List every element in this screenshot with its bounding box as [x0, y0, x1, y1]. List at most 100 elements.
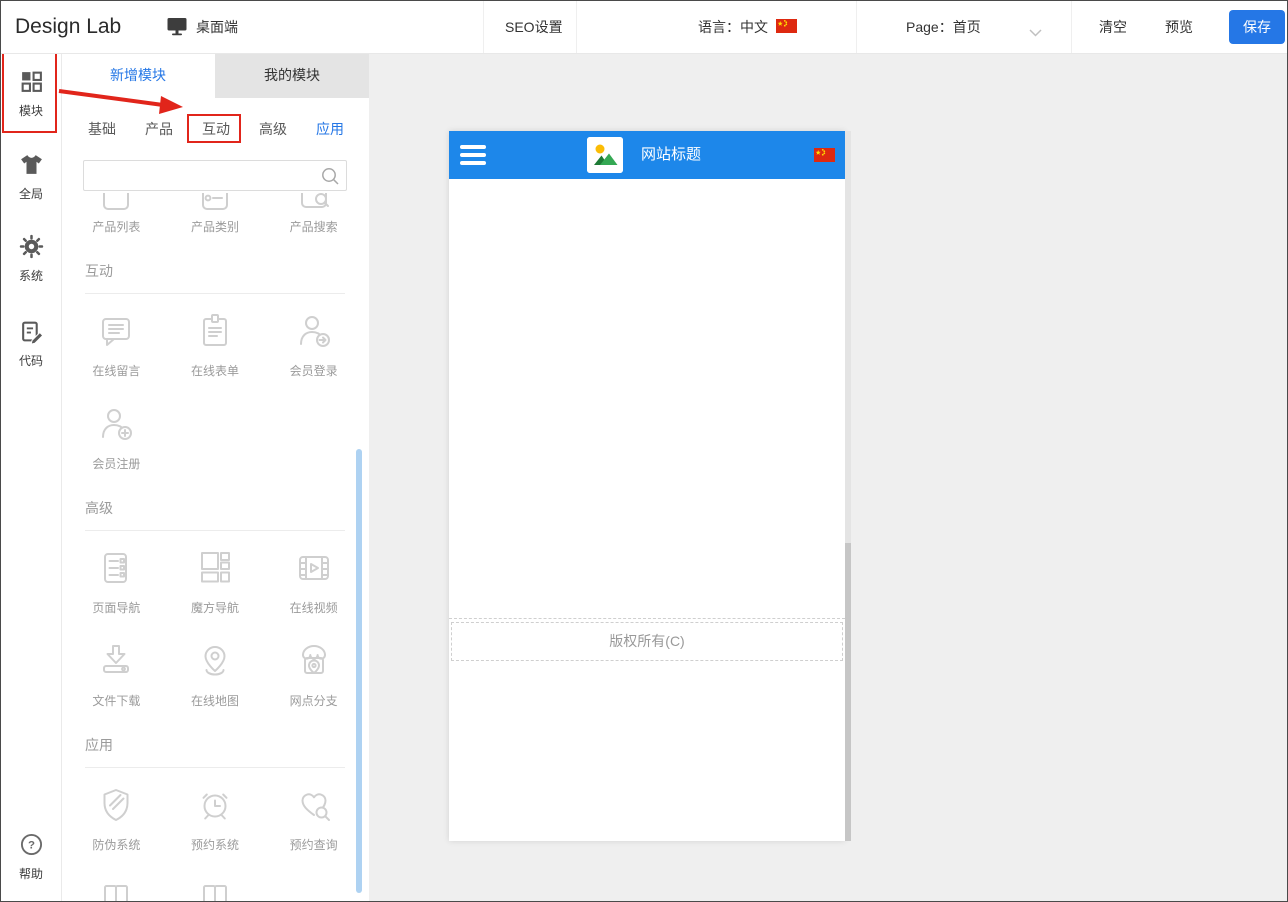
site-title: 网站标题	[641, 131, 701, 179]
module-product-category[interactable]: 产品类别	[166, 193, 265, 235]
module-bepay[interactable]: bepay	[67, 877, 166, 902]
module-product-list[interactable]: 产品列表	[67, 193, 166, 235]
form-icon	[194, 310, 236, 357]
sidebar-item-code[interactable]: 代码	[1, 319, 61, 369]
section-title-advanced: 高级	[85, 498, 345, 518]
module-label: 产品搜索	[290, 218, 338, 235]
module-booking-system[interactable]: 预约系统	[166, 784, 265, 853]
sidebar-item-help[interactable]: ? 帮助	[1, 832, 61, 882]
module-booking-query[interactable]: 预约查询	[264, 784, 363, 853]
sidebar-item-label: 帮助	[1, 865, 61, 882]
gear-icon	[19, 246, 44, 263]
sidebar-item-label: 系统	[1, 267, 61, 284]
heart-search-icon	[293, 784, 335, 831]
module-page-nav[interactable]: 页面导航	[67, 547, 166, 616]
module-label: 页面导航	[92, 599, 140, 616]
module-label: 在线表单	[191, 362, 239, 379]
divider	[856, 1, 857, 53]
chevron-down-icon[interactable]	[1029, 24, 1042, 42]
module-file-download[interactable]: 文件下载	[67, 640, 166, 709]
module-ebook-album[interactable]: 电子图册	[166, 877, 265, 902]
module-member-login[interactable]: 会员登录	[264, 310, 363, 379]
module-search-input[interactable]	[92, 163, 326, 190]
hamburger-menu-icon[interactable]	[460, 145, 486, 169]
language-label: 语言：中文	[698, 17, 768, 37]
mobile-header-block[interactable]: 网站标题	[449, 131, 845, 179]
monitor-icon	[165, 14, 189, 41]
panel-scrollbar-thumb[interactable]	[356, 449, 362, 893]
device-toggle-desktop[interactable]: 桌面端	[165, 1, 238, 53]
module-search-box	[83, 160, 347, 191]
panel-tabbar: 新增模块 我的模块	[61, 53, 369, 98]
modules-grid-icon	[19, 81, 44, 98]
module-row-partial: 产品列表 产品类别 产品搜索	[61, 191, 369, 235]
clear-button[interactable]: 清空	[1099, 1, 1127, 53]
design-lab-app: Design Lab 桌面端 SEO设置 语言：中文	[0, 0, 1288, 902]
module-label: 防伪系统	[92, 836, 140, 853]
category-product[interactable]: 产品	[145, 119, 173, 139]
module-product-search[interactable]: 产品搜索	[264, 193, 363, 235]
user-register-icon	[95, 403, 137, 450]
search-icon[interactable]	[320, 166, 340, 191]
download-icon	[95, 640, 137, 687]
module-anticounterfeit[interactable]: 防伪系统	[67, 784, 166, 853]
china-flag-icon[interactable]	[814, 148, 835, 167]
china-flag-icon	[776, 19, 797, 36]
product-list-icon	[95, 193, 137, 213]
module-branch-locations[interactable]: 网点分支	[264, 640, 363, 709]
module-label: 预约系统	[191, 836, 239, 853]
save-button[interactable]: 保存	[1229, 10, 1285, 44]
mobile-preview: 网站标题 版权所有(C)	[449, 131, 845, 841]
top-bar: Design Lab 桌面端 SEO设置 语言：中文	[1, 1, 1287, 54]
cube-nav-icon	[194, 547, 236, 594]
category-advanced[interactable]: 高级	[259, 119, 287, 139]
mobile-body-block[interactable]	[449, 179, 845, 619]
video-icon	[293, 547, 335, 594]
page-selector-label: Page：首页	[906, 17, 981, 37]
module-grid-interactive: 在线留言 在线表单 会员登录	[61, 294, 369, 472]
preview-scrollbar-thumb[interactable]	[845, 543, 851, 841]
module-online-video[interactable]: 在线视频	[264, 547, 363, 616]
product-search-icon	[293, 193, 335, 213]
divider	[483, 1, 484, 53]
question-circle-icon: ?	[19, 844, 44, 861]
mobile-footer-block[interactable]: 版权所有(C)	[451, 622, 843, 661]
module-label: 在线视频	[290, 599, 338, 616]
module-online-form[interactable]: 在线表单	[166, 310, 265, 379]
language-selector[interactable]: 语言：中文	[698, 1, 797, 53]
user-login-icon	[293, 310, 335, 357]
open-book-icon	[194, 877, 236, 902]
open-book-icon	[95, 877, 137, 902]
tab-add-module[interactable]: 新增模块	[61, 53, 215, 98]
sidebar-item-system[interactable]: 系统	[1, 234, 61, 284]
preview-button[interactable]: 预览	[1165, 1, 1193, 53]
modules-panel: 新增模块 我的模块 基础 产品 互动 高级 应用	[61, 53, 369, 902]
module-online-message[interactable]: 在线留言	[67, 310, 166, 379]
sidebar-item-global[interactable]: 全局	[1, 152, 61, 202]
sidebar-item-modules[interactable]: 模块	[1, 69, 61, 119]
module-label: 文件下载	[92, 692, 140, 709]
sidebar-item-label: 代码	[1, 352, 61, 369]
category-tabs: 基础 产品 互动 高级 应用	[61, 110, 369, 148]
module-cube-nav[interactable]: 魔方导航	[166, 547, 265, 616]
site-logo	[587, 137, 623, 173]
module-label: 会员登录	[290, 362, 338, 379]
preview-scrollbar-track[interactable]	[845, 131, 851, 841]
category-apps[interactable]: 应用	[316, 119, 344, 139]
module-member-register[interactable]: 会员注册	[67, 403, 166, 472]
map-pin-icon	[194, 640, 236, 687]
category-basic[interactable]: 基础	[88, 119, 116, 139]
section-title-apps: 应用	[85, 735, 345, 755]
product-category-icon	[194, 193, 236, 213]
editor-canvas: 网站标题 版权所有(C)	[369, 53, 1288, 902]
module-grid-advanced: 页面导航 魔方导航	[61, 531, 369, 709]
sidebar-nav: 模块 全局	[1, 53, 62, 902]
page-selector-dropdown[interactable]: Page：首页	[906, 1, 981, 53]
module-label: 在线留言	[92, 362, 140, 379]
module-online-map[interactable]: 在线地图	[166, 640, 265, 709]
category-interactive[interactable]: 互动	[202, 119, 230, 139]
app-logo: Design Lab	[15, 1, 121, 53]
module-label: 在线地图	[191, 692, 239, 709]
seo-settings-button[interactable]: SEO设置	[505, 1, 563, 53]
tab-my-modules[interactable]: 我的模块	[215, 53, 369, 98]
